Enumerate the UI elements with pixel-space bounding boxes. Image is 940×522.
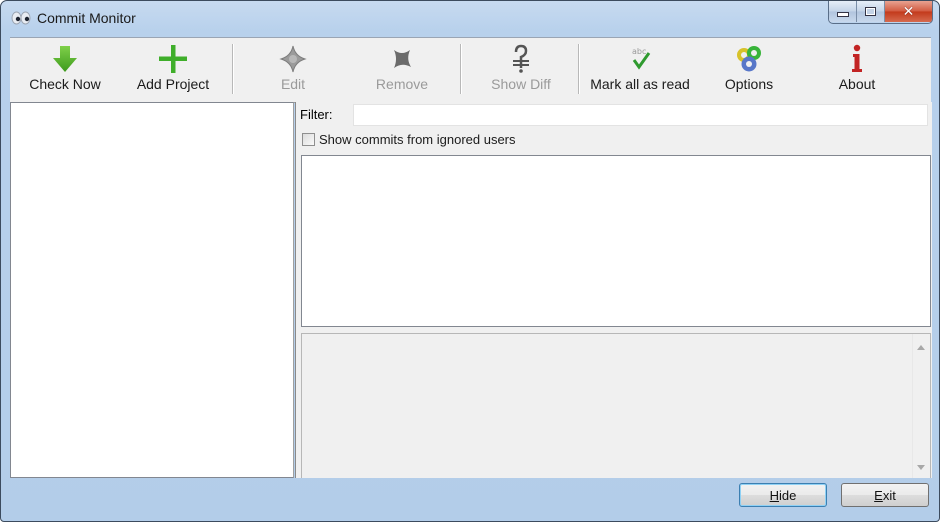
commit-list[interactable] [301, 155, 931, 327]
title-bar[interactable]: Commit Monitor ✕ [1, 1, 939, 37]
svg-text:abc: abc [632, 47, 646, 56]
exit-label: xit [882, 487, 896, 503]
mark-all-read-label: Mark all as read [590, 76, 690, 92]
ignored-users-label[interactable]: Show commits from ignored users [319, 132, 516, 147]
remove-label: Remove [375, 76, 429, 92]
edit-button[interactable]: Edit [240, 38, 346, 101]
mark-read-check-icon: abc [632, 47, 651, 70]
scroll-up-icon[interactable] [917, 345, 925, 350]
filter-input[interactable] [353, 104, 928, 126]
toolbar: Check Now Add Project Edit Remove Show D… [10, 37, 931, 103]
toolbar-separator [232, 44, 234, 94]
show-diff-button[interactable]: Show Diff [468, 38, 574, 101]
toolbar-separator [578, 44, 580, 94]
options-label: Options [724, 76, 774, 92]
check-now-label: Check Now [29, 76, 101, 92]
edit-label: Edit [280, 76, 306, 92]
detail-scrollbar[interactable] [912, 334, 930, 478]
caption-buttons: ✕ [828, 1, 933, 24]
x-remove-icon [394, 50, 411, 68]
hide-label: ide [779, 487, 797, 503]
ignored-users-row[interactable]: Show commits from ignored users [302, 132, 516, 147]
options-button[interactable]: Options [696, 38, 802, 101]
ignored-users-checkbox[interactable] [302, 133, 315, 146]
scroll-down-icon[interactable] [917, 465, 925, 470]
about-button[interactable]: About [804, 38, 910, 101]
eyes-icon [11, 11, 31, 25]
info-icon [852, 44, 862, 72]
window-title: Commit Monitor [37, 10, 136, 26]
main-window: Commit Monitor ✕ Check Now Add Project E… [0, 0, 940, 522]
add-project-button[interactable]: Add Project [120, 38, 226, 101]
hide-button[interactable]: Hide [739, 483, 827, 507]
commit-detail-view[interactable] [301, 333, 931, 478]
hide-mnemonic: H [769, 487, 780, 503]
mark-all-read-button[interactable]: abc Mark all as read [584, 38, 696, 101]
remove-button[interactable]: Remove [349, 38, 455, 101]
commit-pane: Filter: Show commits from ignored users [295, 102, 932, 478]
maximize-icon [865, 7, 876, 16]
plus-icon [159, 45, 187, 73]
show-diff-label: Show Diff [491, 76, 551, 92]
close-icon: ✕ [902, 3, 915, 20]
client-area: Check Now Add Project Edit Remove Show D… [9, 37, 932, 513]
arrow-down-icon [53, 46, 77, 72]
minimize-button[interactable] [829, 1, 857, 22]
project-tree[interactable] [10, 102, 294, 478]
minimize-icon [836, 12, 849, 17]
exit-mnemonic: E [874, 487, 883, 503]
options-gears-icon [737, 46, 761, 72]
maximize-button[interactable] [857, 1, 885, 22]
edit-diamond-icon [279, 45, 307, 73]
exit-button[interactable]: Exit [841, 483, 929, 507]
about-label: About [838, 76, 876, 92]
filter-label: Filter: [300, 107, 333, 122]
close-button[interactable]: ✕ [885, 1, 932, 22]
check-now-button[interactable]: Check Now [12, 38, 118, 101]
add-project-label: Add Project [136, 76, 210, 92]
show-diff-icon [513, 44, 529, 73]
toolbar-separator [460, 44, 462, 94]
